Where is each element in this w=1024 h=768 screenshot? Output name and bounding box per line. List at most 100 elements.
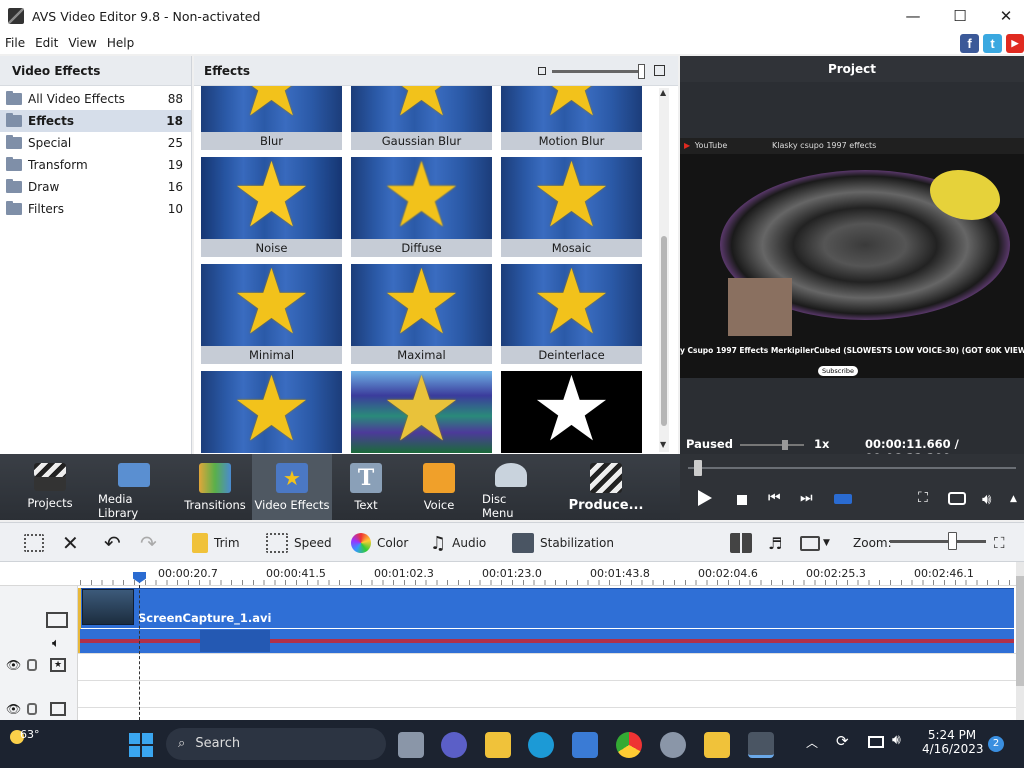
audio-mixer-button[interactable]: ♬ bbox=[768, 523, 782, 563]
thumbnail-size-slider[interactable] bbox=[552, 70, 644, 73]
effect-tile-maximal[interactable]: ★ Maximal bbox=[351, 264, 492, 364]
category-special[interactable]: Special 25 bbox=[0, 132, 191, 154]
volume-slider[interactable] bbox=[740, 444, 804, 446]
track-visibility-eye-icon[interactable]: 👁︎ bbox=[6, 658, 21, 672]
show-hidden-icons-chevron-icon[interactable]: ︿ bbox=[806, 734, 818, 751]
weather-temperature[interactable]: 63° bbox=[20, 728, 40, 741]
toolbar-projects[interactable]: Projects bbox=[22, 454, 78, 520]
stabilization-button[interactable]: Stabilization bbox=[512, 523, 614, 563]
settings-gear-icon[interactable] bbox=[660, 732, 686, 758]
view-mode-button[interactable]: ▼ bbox=[800, 523, 830, 563]
task-view-icon[interactable] bbox=[398, 732, 424, 758]
large-thumbnails-icon[interactable] bbox=[654, 65, 665, 76]
toolbar-text[interactable]: T Text bbox=[346, 454, 386, 520]
effect-tile-12[interactable]: ★ bbox=[501, 371, 642, 453]
network-monitor-icon[interactable] bbox=[868, 736, 884, 748]
effect-tile-gaussian-blur[interactable]: ★ Gaussian Blur bbox=[351, 86, 492, 150]
effect-tile-noise[interactable]: ★ Noise bbox=[201, 157, 342, 257]
category-transform[interactable]: Transform 19 bbox=[0, 154, 191, 176]
effect-tile-minimal[interactable]: ★ Minimal bbox=[201, 264, 342, 364]
chrome-icon[interactable] bbox=[616, 732, 642, 758]
undo-button[interactable]: ↶ bbox=[104, 523, 121, 563]
track-lock-icon[interactable] bbox=[27, 703, 37, 715]
volume-dropdown-icon[interactable]: ▲ bbox=[1010, 494, 1017, 504]
toolbar-media-library[interactable]: Media Library bbox=[98, 454, 170, 520]
toolbar-produce[interactable]: Produce... bbox=[569, 454, 643, 520]
maximize-button[interactable]: ☐ bbox=[937, 0, 983, 32]
category-effects[interactable]: Effects 18 bbox=[0, 110, 191, 132]
twitter-icon[interactable]: t bbox=[983, 34, 1002, 53]
youtube-icon[interactable]: ▶ bbox=[1006, 34, 1024, 53]
next-frame-icon[interactable]: ⏭ bbox=[800, 490, 813, 506]
fit-timeline-button[interactable]: ⛶ bbox=[994, 523, 1005, 563]
stop-icon[interactable] bbox=[737, 495, 747, 505]
toolbar-disc-menu[interactable]: Disc Menu bbox=[482, 454, 540, 520]
minimize-button[interactable]: — bbox=[890, 0, 936, 32]
effect-tile-10[interactable]: ★ bbox=[201, 371, 342, 453]
redo-button[interactable]: ↷ bbox=[140, 523, 157, 563]
timeline-ruler[interactable]: 00:00:20.7 00:00:41.5 00:01:02.3 00:01:2… bbox=[0, 562, 1016, 586]
thumbnail-size-handle[interactable] bbox=[638, 64, 645, 79]
effect-tile-mosaic[interactable]: ★ Mosaic bbox=[501, 157, 642, 257]
avs-video-editor-taskbar-icon[interactable] bbox=[748, 732, 774, 758]
sync-icon[interactable]: ⟳ bbox=[836, 732, 849, 750]
file-explorer-icon[interactable] bbox=[485, 732, 511, 758]
toolbar-voice[interactable]: Voice bbox=[418, 454, 460, 520]
timeline-scroll-thumb[interactable] bbox=[1016, 576, 1024, 686]
zoom-slider[interactable] bbox=[890, 540, 986, 543]
toolbar-video-effects[interactable]: ★ Video Effects bbox=[252, 454, 332, 520]
menu-view[interactable]: View bbox=[63, 36, 101, 50]
play-icon[interactable] bbox=[698, 490, 712, 506]
taskbar-search-box[interactable]: ⌕ Search bbox=[166, 728, 386, 760]
edge-browser-icon[interactable] bbox=[528, 732, 554, 758]
small-thumbnails-icon[interactable] bbox=[538, 67, 546, 75]
effect-tile-motion-blur[interactable]: ★ Motion Blur bbox=[501, 86, 642, 150]
toolbar-transitions[interactable]: Transitions bbox=[184, 454, 246, 520]
notification-badge[interactable]: 2 bbox=[988, 736, 1004, 752]
effect-tile-11[interactable]: ★ bbox=[351, 371, 492, 453]
playback-speed[interactable]: 1x bbox=[814, 437, 829, 451]
effect-tile-blur[interactable]: ★ Blur bbox=[201, 86, 342, 150]
menu-edit[interactable]: Edit bbox=[30, 36, 63, 50]
category-panel: Video Effects All Video Effects 88 Effect… bbox=[0, 56, 192, 454]
split-view-icon[interactable] bbox=[834, 494, 852, 504]
track-lock-icon[interactable] bbox=[27, 659, 37, 671]
start-windows-icon[interactable] bbox=[129, 733, 153, 757]
star-icon: ★ bbox=[231, 371, 312, 453]
seek-bar[interactable] bbox=[688, 467, 1016, 469]
audio-track-mute-icon[interactable]: 🔈︎ bbox=[52, 636, 60, 651]
fullscreen-icon[interactable]: ⛶ bbox=[918, 490, 928, 506]
speed-button[interactable]: Speed bbox=[266, 523, 332, 563]
split-audio-button[interactable] bbox=[730, 523, 758, 563]
seek-handle[interactable] bbox=[694, 460, 702, 476]
category-filters[interactable]: Filters 10 bbox=[0, 198, 191, 220]
folder-app-icon[interactable] bbox=[704, 732, 730, 758]
audio-button[interactable]: ♫ Audio bbox=[430, 523, 486, 563]
effect-tile-deinterlace[interactable]: ★ Deinterlace bbox=[501, 264, 642, 364]
previous-frame-icon[interactable]: ⏮ bbox=[768, 490, 781, 506]
trim-button[interactable]: Trim bbox=[192, 523, 240, 563]
volume-handle[interactable] bbox=[782, 440, 788, 450]
volume-icon[interactable]: 🔊︎ bbox=[982, 490, 991, 508]
menu-help[interactable]: Help bbox=[102, 36, 139, 50]
menu-file[interactable]: File bbox=[0, 36, 30, 50]
timeline-vertical-scrollbar[interactable] bbox=[1016, 562, 1024, 720]
category-all-video-effects[interactable]: All Video Effects 88 bbox=[0, 88, 191, 110]
star-icon: ★ bbox=[231, 86, 312, 130]
category-draw[interactable]: Draw 16 bbox=[0, 176, 191, 198]
close-button[interactable]: ✕ bbox=[983, 0, 1024, 32]
teams-chat-icon[interactable] bbox=[441, 732, 467, 758]
storyboard-toggle-button[interactable] bbox=[24, 523, 44, 563]
zoom-handle[interactable] bbox=[948, 532, 957, 550]
facebook-icon[interactable]: f bbox=[960, 34, 979, 53]
microsoft-store-icon[interactable] bbox=[572, 732, 598, 758]
speaker-icon[interactable]: 🔊︎ bbox=[892, 732, 901, 748]
taskbar-clock[interactable]: 5:24 PM 4/16/2023 bbox=[922, 728, 984, 756]
track-visibility-eye-icon[interactable]: 👁︎ bbox=[6, 702, 21, 716]
color-button[interactable]: Color bbox=[351, 523, 408, 563]
effect-tile-diffuse[interactable]: ★ Diffuse bbox=[351, 157, 492, 257]
delete-button[interactable]: ✕ bbox=[62, 523, 79, 563]
snapshot-camera-icon[interactable] bbox=[948, 492, 966, 505]
clip-name: ScreenCapture_1.avi bbox=[138, 611, 272, 625]
app-icon bbox=[8, 8, 24, 24]
